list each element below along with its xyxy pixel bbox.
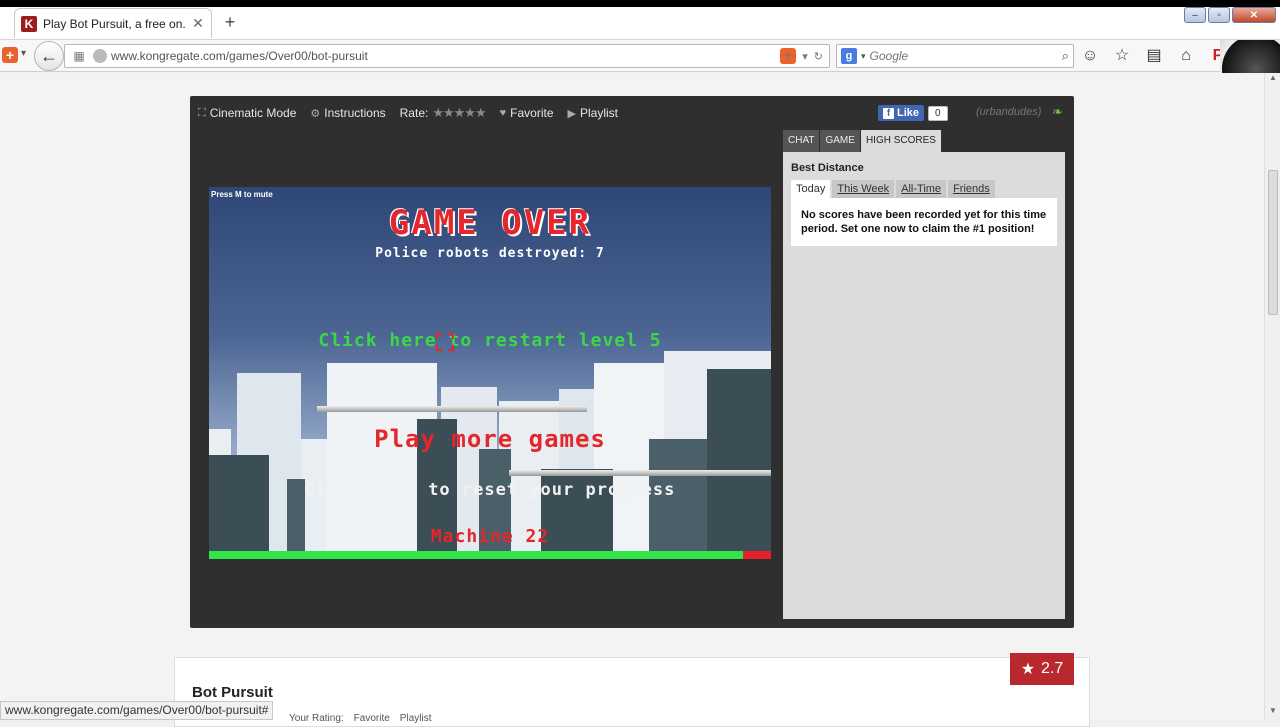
tab-game[interactable]: GAME (820, 130, 860, 152)
info-playlist-button[interactable]: Playlist (400, 713, 432, 724)
apps-icon[interactable]: ▦ (69, 49, 89, 63)
robots-destroyed-text: Police robots destroyed: 7 (375, 246, 605, 261)
toolbar-icons: ☺ ☆ ▤ ⌂ P (1080, 46, 1228, 66)
health-bar-depleted (742, 551, 771, 559)
address-bar[interactable]: ▦ www.kongregate.com/games/Over00/bot-pu… (64, 44, 830, 68)
side-panel: CHAT GAME HIGH SCORES Best Distance Toda… (783, 130, 1065, 619)
machine-label: Machine 22 (430, 526, 550, 547)
game-info-card: Bot Pursuit Your Rating: Favorite Playli… (174, 657, 1090, 727)
navigation-bar: + ▾ ← ▦ www.kongregate.com/games/Over00/… (0, 40, 1280, 112)
score-period-tabs: Today This Week All-Time Friends (791, 180, 1057, 198)
globe-icon (93, 49, 107, 63)
search-box[interactable]: g ▾ ⌕ (836, 44, 1074, 68)
high-scores-panel: Best Distance Today This Week All-Time F… (783, 152, 1065, 619)
score-tab-this-week[interactable]: This Week (832, 180, 895, 198)
tab-high-scores[interactable]: HIGH SCORES (860, 130, 941, 152)
health-bar (209, 551, 771, 559)
your-rating-label: Your Rating: (289, 713, 344, 724)
page-content: ⛶ Cinematic Mode ⚙ Instructions Rate: ★★★★★… (0, 73, 1264, 727)
bookmarks-list-icon[interactable]: ▤ (1144, 46, 1164, 66)
search-input[interactable] (869, 49, 1058, 63)
url-text[interactable]: www.kongregate.com/games/Over00/bot-purs… (111, 49, 780, 63)
google-icon[interactable]: g (841, 48, 857, 64)
extension-icon[interactable]: ☺ (1080, 46, 1100, 66)
restart-level-link[interactable]: Click here to restart level 5 (209, 330, 771, 351)
title-bar: K Play Bot Pursuit, a free on... ✕ + – ▫… (0, 0, 1280, 40)
game-over-title: GAME OVER (388, 203, 592, 243)
rating-value: 2.7 (1041, 660, 1064, 677)
mute-hint: Press M to mute (211, 190, 273, 199)
back-arrow-icon: ← (40, 45, 58, 66)
maximize-button[interactable]: ▫ (1208, 7, 1230, 23)
crosshair-cursor-icon (436, 333, 454, 351)
game-toolbar: ⛶ Cinematic Mode ⚙ Instructions Rate: ★★★★★… (198, 104, 618, 122)
instructions-button[interactable]: ⚙ Instructions (310, 106, 385, 120)
score-tab-all-time[interactable]: All-Time (896, 180, 947, 198)
back-button[interactable]: ← (34, 41, 64, 71)
search-icon[interactable]: ⌕ (1062, 48, 1069, 64)
tab-title: Play Bot Pursuit, a free on... (43, 16, 185, 31)
info-toolbar: Your Rating: Favorite Playlist (289, 713, 431, 724)
username[interactable]: (urbandudes) (976, 106, 1041, 118)
search-engine-dropdown-icon[interactable]: ▾ (861, 51, 866, 62)
rating-stars-icon[interactable]: ★★★★★ (432, 105, 486, 121)
rate-control[interactable]: Rate: ★★★★★ (400, 105, 487, 121)
scroll-up-icon[interactable]: ▲ (1265, 73, 1280, 87)
facebook-like[interactable]: f Like 0 (878, 105, 948, 121)
addon-dropdown-icon[interactable]: ▾ (21, 48, 26, 59)
rating-badge: ★ 2.7 (1010, 653, 1074, 685)
minimize-button[interactable]: – (1184, 7, 1206, 23)
fullscreen-icon: ⛶ (198, 106, 206, 119)
scroll-down-icon[interactable]: ▼ (1265, 706, 1280, 720)
addon-plus-icon[interactable]: + (780, 48, 797, 64)
info-favorite-button[interactable]: Favorite (354, 713, 390, 724)
score-tab-friends[interactable]: Friends (948, 180, 995, 198)
fb-like-count: 0 (928, 105, 948, 121)
tab-close-icon[interactable]: ✕ (191, 15, 205, 32)
game-frame: ⛶ Cinematic Mode ⚙ Instructions Rate: ★★★★★… (190, 96, 1074, 628)
top-strip (0, 0, 1280, 7)
close-window-button[interactable]: ✕ (1232, 7, 1276, 23)
favorite-button[interactable]: ♥ Favorite (500, 106, 554, 120)
playlist-button[interactable]: ▶ Playlist (568, 106, 618, 120)
scrollbar-thumb[interactable] (1268, 170, 1278, 315)
status-bar: www.kongregate.com/games/Over00/bot-purs… (0, 701, 274, 720)
best-distance-heading: Best Distance (791, 162, 864, 174)
addon-icon[interactable]: + (2, 47, 18, 63)
reload-icon[interactable]: ↻ (814, 50, 823, 63)
play-more-games-link[interactable]: Play more games (209, 425, 771, 453)
tab-chat[interactable]: CHAT (783, 130, 820, 152)
heart-icon: ♥ (499, 107, 507, 119)
reset-progress-link[interactable]: Click here to reset your progress (209, 480, 771, 500)
home-icon[interactable]: ⌂ (1176, 46, 1196, 66)
no-scores-message: No scores have been recorded yet for thi… (791, 198, 1057, 246)
star-icon: ★ (1020, 661, 1036, 678)
fb-like-button[interactable]: f Like (878, 105, 925, 121)
facebook-icon: f (883, 107, 894, 119)
dropdown-icon[interactable]: ▾ (802, 50, 808, 63)
bookmark-star-icon[interactable]: ☆ (1112, 46, 1132, 66)
page-scrollbar[interactable]: ▲ ▼ (1264, 73, 1280, 720)
new-tab-button[interactable]: + (220, 12, 240, 33)
gear-icon: ⚙ (310, 107, 321, 120)
browser-tab[interactable]: K Play Bot Pursuit, a free on... ✕ (14, 8, 212, 38)
play-icon: ▶ (567, 107, 576, 120)
side-tabs: CHAT GAME HIGH SCORES (783, 130, 1065, 152)
cinematic-mode-button[interactable]: ⛶ Cinematic Mode (198, 106, 296, 120)
kongregate-favicon-icon: K (21, 15, 37, 32)
leaf-icon: ❧ (1052, 104, 1063, 119)
game-title: Bot Pursuit (192, 684, 273, 701)
score-tab-today[interactable]: Today (791, 180, 831, 198)
game-canvas[interactable]: Press M to mute GAME OVER Police robots … (209, 187, 771, 559)
window-controls: – ▫ ✕ (1184, 7, 1276, 23)
